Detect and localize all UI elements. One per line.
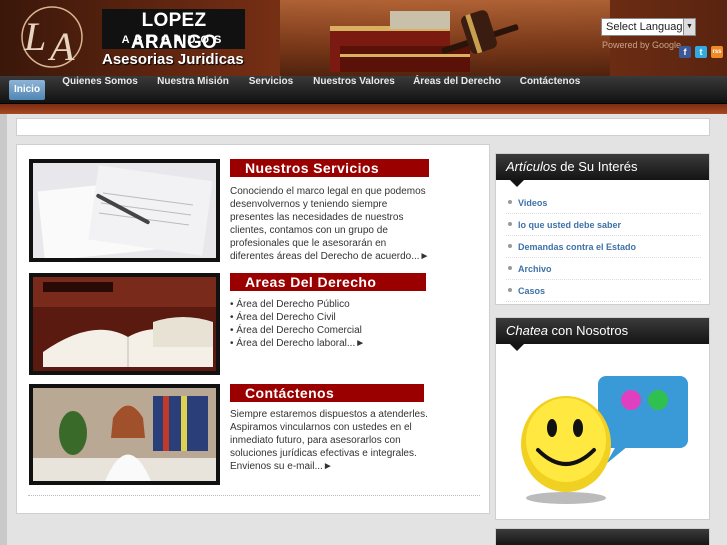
nav-item-nuestra-mision[interactable]: Nuestra Misión	[150, 76, 236, 104]
nav-item-nuestros-valores[interactable]: Nuestros Valores	[306, 76, 402, 104]
language-select-label: Select Language	[606, 21, 689, 33]
articles-title-emphasis: Artículos	[506, 159, 557, 174]
article-link-casos[interactable]: Casos	[506, 280, 701, 302]
main-nav: Inicio Quienes Somos Nuestra Misión Serv…	[0, 76, 727, 104]
section-list-areas: • Área del Derecho Público • Área del De…	[230, 298, 430, 350]
areas-thumbnail[interactable]	[29, 273, 220, 375]
article-link-videos[interactable]: Videos	[506, 192, 701, 214]
logo-monogram: L A	[21, 6, 83, 69]
gavel-image	[441, 10, 519, 54]
nav-strip	[0, 104, 727, 114]
facebook-icon[interactable]: f	[679, 46, 691, 58]
third-widget-title	[496, 529, 709, 545]
article-link-saber[interactable]: lo que usted debe saber	[506, 214, 701, 236]
smiley-chat-icon[interactable]	[516, 368, 696, 508]
language-select[interactable]: Select Language ▼	[601, 18, 696, 36]
nav-item-areas-del-derecho[interactable]: Áreas del Derecho	[408, 76, 506, 104]
articles-widget-title: Artículos de Su Interés	[496, 154, 709, 180]
svg-text:A: A	[47, 24, 75, 69]
area-item[interactable]: • Área del Derecho laboral...►	[230, 337, 430, 350]
area-item[interactable]: • Área del Derecho Comercial	[230, 324, 430, 337]
section-title-contactenos[interactable]: Contáctenos	[230, 384, 424, 402]
brand-name: LOPEZ ARANGO	[130, 10, 218, 53]
articles-notch	[510, 180, 524, 187]
article-link-archivo[interactable]: Archivo	[506, 258, 701, 280]
articles-title-rest: de Su Interés	[556, 159, 638, 174]
chevron-down-icon: ▼	[683, 19, 695, 35]
contact-thumbnail[interactable]	[29, 384, 220, 485]
chat-widget-title: Chatea con Nosotros	[496, 318, 709, 344]
section-title-areas[interactable]: Areas Del Derecho	[230, 273, 426, 291]
chat-title-emphasis: Chatea	[506, 323, 548, 338]
nav-item-servicios[interactable]: Servicios	[242, 76, 300, 104]
documents-pen-image	[33, 163, 216, 262]
chat-title-rest: con Nosotros	[547, 323, 629, 338]
nav-item-inicio[interactable]: Inicio	[9, 80, 45, 100]
chat-notch	[510, 344, 524, 351]
article-link-demandas[interactable]: Demandas contra el Estado	[506, 236, 701, 258]
brand-subtitle: ABOGADOS	[121, 34, 227, 46]
svg-text:L: L	[23, 14, 46, 59]
content-divider	[28, 495, 480, 496]
services-thumbnail[interactable]	[29, 159, 220, 262]
powered-by-text: Powered by Google	[602, 40, 682, 50]
area-item[interactable]: • Área del Derecho Público	[230, 298, 430, 311]
third-widget-partial	[495, 528, 710, 545]
area-item[interactable]: • Área del Derecho Civil	[230, 311, 430, 324]
articles-widget: Artículos de Su Interés Videos lo que us…	[495, 153, 710, 305]
top-info-bar	[16, 118, 710, 136]
twitter-icon[interactable]: t	[695, 46, 707, 58]
section-text-contactenos: Siempre estaremos dispuestos a atenderle…	[230, 409, 428, 472]
section-title-servicios[interactable]: Nuestros Servicios	[230, 159, 429, 177]
chat-widget: Chatea con Nosotros	[495, 317, 710, 520]
nav-item-contactenos[interactable]: Contáctenos	[512, 76, 588, 104]
nav-item-quienes-somos[interactable]: Quienes Somos	[56, 76, 144, 104]
site-header: L A LOPEZ ARANGO ABOGADOS Asesorias Juri…	[0, 0, 727, 76]
brand-tagline: Asesorias Juridicas	[102, 51, 244, 68]
section-text-servicios: Conociendo el marco legal en que podemos…	[230, 186, 430, 262]
open-book-image	[33, 277, 216, 371]
rss-icon[interactable]: rss	[711, 46, 723, 58]
lawyer-photo	[33, 388, 216, 481]
